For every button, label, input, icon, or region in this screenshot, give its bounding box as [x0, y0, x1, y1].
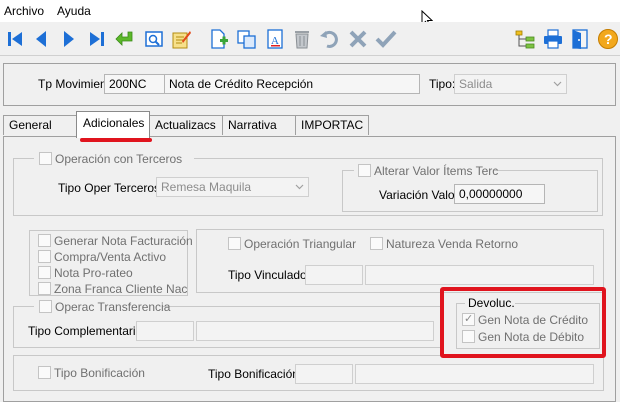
- tipo-complementarios-code-field[interactable]: [136, 321, 194, 341]
- edit-document-icon[interactable]: [168, 25, 194, 53]
- tipo-label: Tipo:: [429, 77, 456, 91]
- compra-venta-activo-checkbox[interactable]: [38, 250, 51, 263]
- menu-archivo[interactable]: Archivo: [4, 4, 44, 18]
- tipo-complementarios-label: Tipo Complementarios:: [28, 324, 152, 338]
- variacion-valor-label: Variación Valor:: [379, 188, 462, 202]
- tipo-bonificacion-checkbox[interactable]: [38, 366, 51, 379]
- first-record-icon[interactable]: [2, 25, 28, 53]
- last-record-icon[interactable]: [84, 25, 110, 53]
- devoluc-highlight-annotation: [440, 287, 606, 358]
- compra-venta-activo-label: Compra/Venta Activo: [54, 250, 167, 264]
- tipo-complementarios-desc-field[interactable]: [196, 321, 434, 341]
- new-document-icon[interactable]: [206, 25, 232, 53]
- tipo-oper-terceros-select[interactable]: Remesa Maquila: [156, 177, 309, 197]
- copy-icon[interactable]: [234, 25, 260, 53]
- tipo-select[interactable]: Salida: [454, 74, 567, 94]
- menu-bar: Archivo Ayuda: [0, 0, 620, 28]
- tab-narrativa[interactable]: Narrativa: [222, 115, 296, 135]
- natureza-venda-label: Natureza Venda Retorno: [386, 237, 519, 251]
- cancel-icon[interactable]: [345, 25, 371, 53]
- tipo-bonificacion-label: Tipo Bonificación:: [208, 367, 303, 381]
- svg-text:?: ?: [604, 31, 613, 47]
- tipo-vinculado-code-field[interactable]: [305, 265, 363, 285]
- generar-nota-facturacion-checkbox[interactable]: [38, 234, 51, 247]
- preview-icon[interactable]: [141, 25, 167, 53]
- return-arrow-icon[interactable]: [112, 25, 138, 53]
- menu-ayuda[interactable]: Ayuda: [57, 4, 91, 18]
- previous-record-icon[interactable]: [28, 25, 54, 53]
- active-tab-underline-annotation: [80, 138, 152, 142]
- chevron-down-icon: [553, 81, 562, 87]
- exit-door-icon[interactable]: [568, 25, 594, 53]
- tab-importac[interactable]: IMPORTAC: [295, 115, 369, 135]
- alterar-valor-checkbox[interactable]: [358, 164, 371, 177]
- tipo-bonificacion-desc-field[interactable]: [355, 364, 594, 384]
- operacion-terceros-checkbox[interactable]: [39, 152, 52, 165]
- next-record-icon[interactable]: [56, 25, 82, 53]
- operac-transferencia-label: Operac Transferencia: [55, 300, 171, 314]
- variacion-valor-field[interactable]: 0,00000000: [454, 184, 545, 204]
- tipo-select-value: Salida: [459, 77, 493, 91]
- confirm-check-icon[interactable]: [373, 25, 399, 53]
- tipo-bonificacion-checkbox-label: Tipo Bonificación: [54, 366, 145, 380]
- tipo-vinculado-label: Tipo Vinculado:: [228, 268, 311, 282]
- tp-description-field[interactable]: Nota de Crédito Recepción: [164, 74, 420, 94]
- toolbar: A ?: [0, 22, 620, 56]
- natureza-venda-checkbox[interactable]: [370, 237, 383, 250]
- tp-code-field[interactable]: 200NC: [104, 74, 165, 94]
- zona-franca-label: Zona Franca Cliente Nac: [54, 282, 188, 296]
- operac-transferencia-checkbox[interactable]: [39, 300, 52, 313]
- tipo-vinculado-desc-field[interactable]: [365, 265, 594, 285]
- tab-general[interactable]: General: [3, 115, 77, 135]
- tab-actualizacs[interactable]: Actualizacs: [149, 115, 223, 135]
- text-format-icon[interactable]: A: [262, 25, 288, 53]
- zona-franca-checkbox[interactable]: [38, 282, 51, 295]
- tree-structure-icon[interactable]: [512, 25, 538, 53]
- nota-prorateo-label: Nota Pro-rateo: [54, 266, 133, 280]
- tipo-oper-terceros-label: Tipo Oper Terceros:: [58, 181, 164, 195]
- trash-icon[interactable]: [289, 25, 315, 53]
- tp-movimien-label: Tp Movimien:: [38, 77, 111, 91]
- operacion-triangular-checkbox[interactable]: [228, 237, 241, 250]
- nota-prorateo-checkbox[interactable]: [38, 266, 51, 279]
- operacion-terceros-label: Operación con Terceros: [55, 152, 183, 166]
- print-icon[interactable]: [540, 25, 566, 53]
- alterar-valor-label: Alterar Valor Ítems Terc: [374, 164, 499, 178]
- tipo-bonificacion-code-field[interactable]: [295, 364, 353, 384]
- tab-adicionales[interactable]: Adicionales: [76, 111, 150, 138]
- generar-nota-facturacion-label: Generar Nota Facturación: [54, 234, 193, 248]
- undo-icon[interactable]: [317, 25, 343, 53]
- chevron-down-icon: [295, 184, 304, 190]
- help-icon[interactable]: ?: [595, 25, 620, 53]
- tipo-oper-terceros-value: Remesa Maquila: [161, 180, 252, 194]
- operacion-triangular-label: Operación Triangular: [244, 237, 357, 251]
